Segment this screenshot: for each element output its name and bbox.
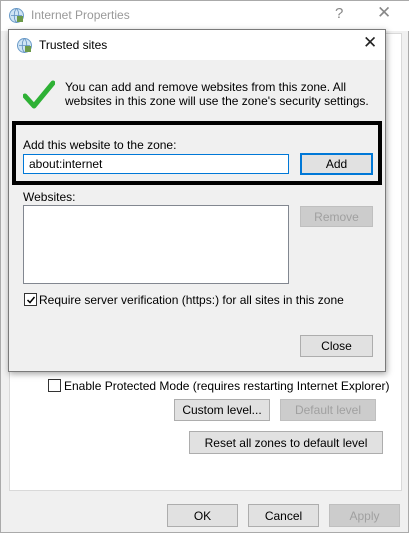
add-website-label: Add this website to the zone: [23,138,177,152]
require-https-label: Require server verification (https:) for… [39,293,344,307]
custom-level-button[interactable]: Custom level... [174,399,270,421]
close-button[interactable]: Close [300,335,373,357]
apply-button[interactable]: Apply [329,504,400,527]
help-icon[interactable]: ? [335,5,343,22]
add-button[interactable]: Add [300,153,373,175]
default-level-button[interactable]: Default level [280,399,376,421]
websites-list[interactable] [23,205,289,284]
websites-label: Websites: [23,190,76,204]
close-icon[interactable]: ✕ [363,33,377,53]
checkmark-icon [26,296,35,304]
dialog-title: Trusted sites [39,38,108,52]
reset-all-zones-button[interactable]: Reset all zones to default level [189,431,383,454]
protected-mode-label: Enable Protected Mode (requires restarti… [64,379,390,393]
website-url-input[interactable] [23,154,289,174]
require-https-checkbox[interactable] [24,293,37,306]
zone-info-text: You can add and remove websites from thi… [65,80,369,108]
remove-button[interactable]: Remove [300,206,373,227]
window-title: Internet Properties [31,8,130,22]
protected-mode-checkbox[interactable] [48,379,61,392]
cancel-button[interactable]: Cancel [248,504,319,527]
internet-globe-icon [16,37,33,57]
title-bar: Internet Properties ? ✕ [1,1,409,31]
green-checkmark-icon [22,80,56,113]
trusted-sites-dialog: Trusted sites ✕ You can add and remove w… [8,29,386,372]
dialog-title-bar: Trusted sites ✕ [9,30,385,60]
close-icon[interactable]: ✕ [377,3,391,23]
internet-globe-icon [8,7,25,27]
ok-button[interactable]: OK [167,504,238,527]
